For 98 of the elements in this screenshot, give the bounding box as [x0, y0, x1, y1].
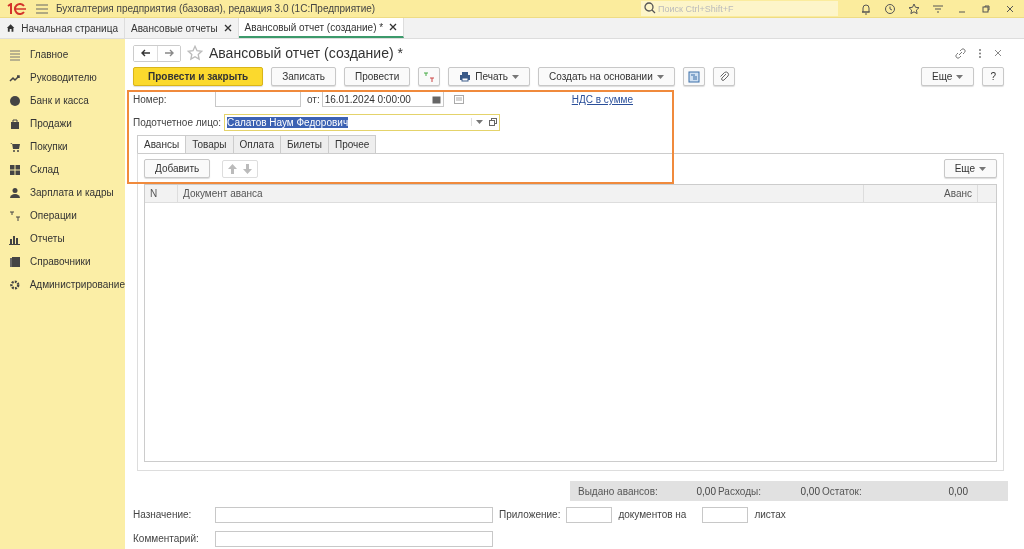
sidebar-item[interactable]: Продажи: [0, 112, 125, 135]
sidebar-item[interactable]: Банк и касса: [0, 89, 125, 112]
toolbar-button[interactable]: Записать: [271, 67, 336, 87]
section-icon: [9, 94, 21, 107]
number-field[interactable]: [215, 91, 301, 108]
field-label: Номер:: [133, 93, 168, 105]
arrow-left-icon: [140, 49, 151, 57]
more-vertical-icon[interactable]: [978, 47, 982, 59]
section-tab[interactable]: Билеты: [280, 134, 329, 154]
menu-icon[interactable]: [36, 3, 48, 14]
home-icon: [6, 23, 16, 33]
sidebar-item[interactable]: Администрирование: [0, 273, 125, 296]
total-label: Расходы:: [717, 485, 762, 497]
section-icon: [9, 209, 21, 222]
bell-icon[interactable]: [860, 2, 872, 15]
star-icon[interactable]: [908, 2, 920, 15]
arrow-up-icon: [228, 163, 238, 174]
field-label: листах: [754, 509, 786, 521]
document-tab[interactable]: Начальная страница: [0, 18, 125, 38]
link-icon[interactable]: [955, 47, 966, 59]
column-header: Документ аванса: [178, 184, 864, 202]
sidebar-item[interactable]: Операции: [0, 204, 125, 227]
vat-link[interactable]: НДС в сумме: [571, 93, 633, 105]
form-title: Авансовый отчет (создание) *: [209, 45, 403, 61]
star-icon[interactable]: [187, 45, 203, 61]
sidebar-item[interactable]: Зарплата и кадры: [0, 181, 125, 204]
section-icon: [9, 48, 21, 61]
section-tab[interactable]: Авансы: [137, 134, 187, 154]
section-icon: [9, 278, 21, 291]
dt-kt-icon: [423, 70, 436, 83]
caret-icon: [512, 74, 519, 79]
total-value: 0,00: [695, 485, 716, 497]
filter-icon[interactable]: [932, 2, 944, 15]
search-icon[interactable]: [641, 1, 658, 16]
section-tab[interactable]: Оплата: [233, 134, 281, 154]
date-field[interactable]: 16.01.2024 0:00:00: [321, 91, 444, 108]
column-header: Аванс: [943, 186, 973, 201]
field-label: Приложение:: [499, 509, 561, 521]
help-button[interactable]: ?: [982, 67, 1004, 87]
hierarchy-icon: [687, 70, 700, 83]
calendar-icon[interactable]: [431, 94, 441, 104]
total-value: 0,00: [799, 485, 820, 497]
section-icon: [9, 186, 21, 199]
section-tab[interactable]: Товары: [186, 134, 234, 154]
field-label: Подотчетное лицо:: [133, 116, 222, 128]
structure-button[interactable]: [682, 67, 705, 87]
sheets-count-field[interactable]: [702, 506, 749, 523]
section-tab[interactable]: Прочее: [328, 134, 377, 154]
field-label: Комментарий:: [133, 533, 200, 544]
toolbar-button[interactable]: Провести: [344, 67, 411, 87]
logo-icon: [6, 2, 28, 15]
section-icon: [9, 163, 21, 176]
total-label: Остаток:: [821, 485, 863, 497]
history-icon[interactable]: [884, 2, 896, 15]
app-title: Бухгалтерия предприятия (базовая), редакция 3.0 (1С:Предприятие): [56, 3, 376, 14]
move-buttons[interactable]: [222, 159, 259, 178]
caret-icon: [979, 166, 986, 171]
sidebar-item[interactable]: Руководителю: [0, 66, 125, 89]
total-value: 0,00: [947, 485, 968, 497]
sidebar-item[interactable]: Покупки: [0, 135, 125, 158]
sidebar-item[interactable]: Отчеты: [0, 227, 125, 250]
arrow-down-icon: [243, 163, 253, 174]
section-icon: [9, 117, 21, 130]
total-label: Выдано авансов:: [577, 485, 659, 497]
caret-icon: [956, 74, 964, 79]
document-tab[interactable]: Авансовые отчеты: [125, 18, 239, 38]
sidebar-item[interactable]: Склад: [0, 158, 125, 181]
close-icon[interactable]: [389, 23, 398, 31]
section-icon: [9, 255, 21, 268]
arrow-right-icon: [164, 49, 174, 57]
section-icon: [9, 140, 21, 153]
post-and-close-button[interactable]: Провести и закрыть: [133, 67, 264, 87]
close-icon[interactable]: [223, 24, 232, 32]
journal-button[interactable]: [418, 67, 441, 87]
field-label: документов на: [618, 509, 687, 521]
more-button[interactable]: Еще: [943, 159, 997, 179]
create-based-on-button[interactable]: Создать на основании: [538, 67, 675, 87]
column-header: N: [145, 184, 178, 202]
restore-icon[interactable]: [980, 2, 992, 15]
caret-icon: [656, 74, 664, 79]
comment-field[interactable]: [215, 530, 493, 547]
document-icon[interactable]: [453, 94, 464, 104]
open-icon[interactable]: [489, 118, 498, 127]
field-label: от:: [307, 93, 320, 105]
employee-field[interactable]: Салатов Наум Федорович: [224, 113, 501, 131]
print-button[interactable]: Печать: [448, 67, 530, 87]
caret-icon: [476, 120, 484, 125]
sidebar-item[interactable]: Главное: [0, 43, 125, 66]
printer-icon: [459, 71, 472, 83]
field-label: Назначение:: [133, 509, 193, 521]
search-field[interactable]: Поиск Ctrl+Shift+F: [658, 1, 838, 16]
add-button[interactable]: Добавить: [144, 159, 211, 179]
attachment-count-field[interactable]: [566, 506, 613, 523]
attachment-button[interactable]: [712, 67, 735, 87]
more-button[interactable]: Еще: [921, 67, 975, 87]
document-tab[interactable]: Авансовый отчет (создание) *: [238, 18, 405, 38]
purpose-field[interactable]: [215, 506, 493, 523]
sidebar-item[interactable]: Справочники: [0, 250, 125, 273]
